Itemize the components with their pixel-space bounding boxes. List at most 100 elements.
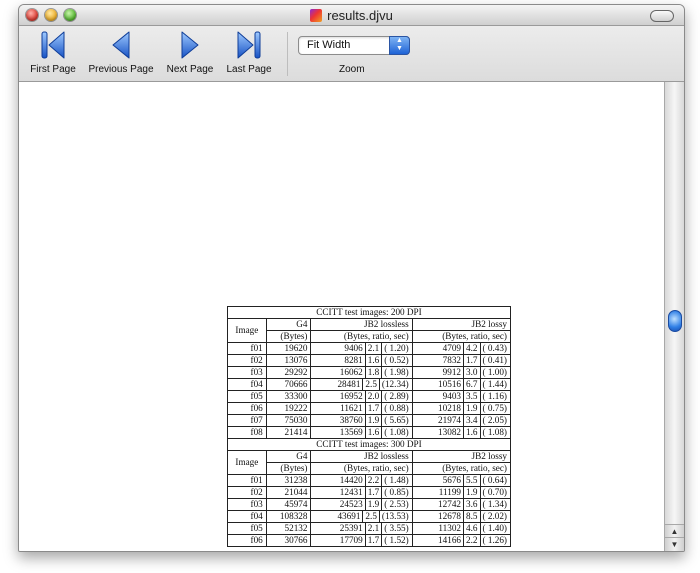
table-row: f05 33300 16952 2.0( 2.89) 9403 3.5( 1.16) [227,390,512,403]
next-page-icon [181,31,199,59]
lossless-sec: ( 0.52) [384,355,409,365]
document-view[interactable]: CCITT test images: 200 DPI Image G4 JB2 los… [19,82,664,551]
lossy-sec: ( 1.34) [482,499,508,509]
lossless-ratio: 1.9 [364,415,383,426]
g4-bytes-cell: 13076 [265,354,312,367]
table-row: f01 31238 14420 2.2( 1.48) 5676 5.5( 0.64) [227,474,512,487]
jb2-lossy-cell: 12742 3.6( 1.34) [411,498,512,511]
table-row: f08 21414 13569 1.6( 1.08) 13082 1.6( 1.08) [227,426,512,439]
lossy-bytes: 5676 [442,475,462,485]
lossless-sec: (13.53) [381,511,409,521]
lossless-ratio: 2.0 [364,391,383,402]
table-row: f02 13076 8281 1.6( 0.52) 7832 1.7( 0.41) [227,354,512,367]
lossy-bytes: 10516 [438,379,462,389]
lossless-ratio: 1.7 [364,403,383,414]
table-caption-row: CCITT test images: 200 DPI [227,306,511,319]
lossy-sec: ( 0.64) [482,475,508,485]
lossless-bytes: 14420 [339,475,363,485]
g4-bytes-cell: 52132 [265,522,312,535]
column-subheader: (Bytes) [265,462,312,475]
zoom-select[interactable]: Fit Width ▲ ▼ [298,36,410,55]
lossless-bytes: 17709 [339,535,363,545]
image-cell: f03 [227,498,267,511]
lossless-bytes: 13569 [339,427,363,437]
lossy-ratio: 6.7 [463,379,481,390]
column-subheader: (Bytes) [265,330,312,343]
g4-bytes-cell: 45974 [265,498,312,511]
table-row: f03 45974 24523 1.9( 2.53) 12742 3.6( 1.34) [227,498,512,511]
lossy-ratio: 4.6 [463,523,481,534]
column-header: Image [227,318,267,343]
table-caption: CCITT test images: 200 DPI [227,306,511,319]
column-subheader: (Bytes, ratio, sec) [411,462,512,475]
g4-bytes-cell: 31238 [265,474,312,487]
table-row: f06 30766 17709 1.7( 1.52) 14166 2.2( 1.26) [227,534,512,547]
jb2-lossless-cell: 38760 1.9( 5.65) [310,414,413,427]
table-caption-row: CCITT test images: 300 DPI [227,438,511,451]
djvu-document-icon [310,9,323,22]
scroll-down-arrow-icon[interactable]: ▼ [665,537,684,551]
g4-bytes-cell: 33300 [265,390,312,403]
column-header: JB2 lossy [411,450,512,463]
lossy-ratio: 3.0 [463,367,481,378]
g4-bytes-cell: 21414 [265,426,312,439]
toolbar: First Page Previous Page Next Page Last … [19,26,684,82]
first-page-button[interactable]: First Page [27,29,79,75]
results-table: CCITT test images: 200 DPI Image G4 JB2 los… [227,306,512,547]
lossless-sec: ( 2.89) [384,391,409,401]
lossy-sec: ( 1.16) [482,391,508,401]
first-page-icon [41,31,65,59]
jb2-lossless-cell: 12431 1.7( 0.85) [310,486,413,499]
last-page-button[interactable]: Last Page [223,29,275,75]
lossless-sec: ( 1.98) [384,367,409,377]
g4-bytes-cell: 19620 [265,342,312,355]
title-bar[interactable]: results.djvu [19,5,684,26]
lossy-sec: ( 1.00) [482,367,508,377]
lossless-bytes: 28481 [337,379,361,389]
vertical-scrollbar[interactable]: ▲ ▼ [664,82,684,551]
table-row: f01 19620 9406 2.1( 1.20) 4709 4.2( 0.43) [227,342,512,355]
lossless-ratio: 1.7 [364,487,383,498]
lossless-bytes: 25391 [339,523,363,533]
table-subheader-row: (Bytes) (Bytes, ratio, sec) (Bytes, ratio,… [228,462,512,475]
zoom-label: Zoom [339,64,365,75]
lossy-ratio: 1.6 [463,427,481,438]
lossy-ratio: 3.6 [463,499,481,510]
toolbar-separator [287,32,288,76]
lossy-bytes: 4709 [442,343,462,353]
jb2-lossless-cell: 8281 1.6( 0.52) [310,354,413,367]
jb2-lossless-cell: 24523 1.9( 2.53) [310,498,413,511]
lossless-bytes: 24523 [339,499,363,509]
lossy-ratio: 3.5 [463,391,481,402]
lossy-sec: ( 0.43) [482,343,508,353]
lossy-bytes: 21974 [438,415,462,425]
lossless-bytes: 8281 [344,355,363,365]
lossy-bytes: 10218 [438,403,462,413]
scroll-up-arrow-icon[interactable]: ▲ [665,524,684,538]
jb2-lossy-cell: 11302 4.6( 1.40) [411,522,512,535]
previous-page-button[interactable]: Previous Page [85,29,157,75]
jb2-lossy-cell: 4709 4.2( 0.43) [411,342,512,355]
column-header: G4 [265,318,312,331]
lossy-ratio: 3.4 [463,415,481,426]
lossless-ratio: 2.5 [362,379,380,390]
djvu-window: results.djvu First Page Previous Page Ne… [18,4,685,552]
previous-page-label: Previous Page [88,64,154,75]
g4-bytes-cell: 19222 [265,402,312,415]
lossy-sec: ( 2.02) [482,511,508,521]
lossless-ratio: 2.2 [364,475,383,486]
image-cell: f08 [227,426,267,439]
lossless-sec: ( 2.53) [384,499,409,509]
g4-bytes-cell: 108328 [265,510,312,523]
next-page-button[interactable]: Next Page [163,29,217,75]
jb2-lossless-cell: 9406 2.1( 1.20) [310,342,413,355]
jb2-lossy-cell: 13082 1.6( 1.08) [411,426,512,439]
g4-bytes-cell: 75030 [265,414,312,427]
lossless-sec: ( 0.85) [384,487,409,497]
table-row: f04 70666 28481 2.5 (12.34) 10516 6.7( 1.44) [227,378,512,391]
toolbar-toggle-button[interactable] [650,10,674,22]
scroll-thumb[interactable] [668,310,682,332]
column-header: G4 [265,450,312,463]
lossless-ratio: 2.1 [364,523,383,534]
column-header: JB2 lossless [310,450,413,463]
